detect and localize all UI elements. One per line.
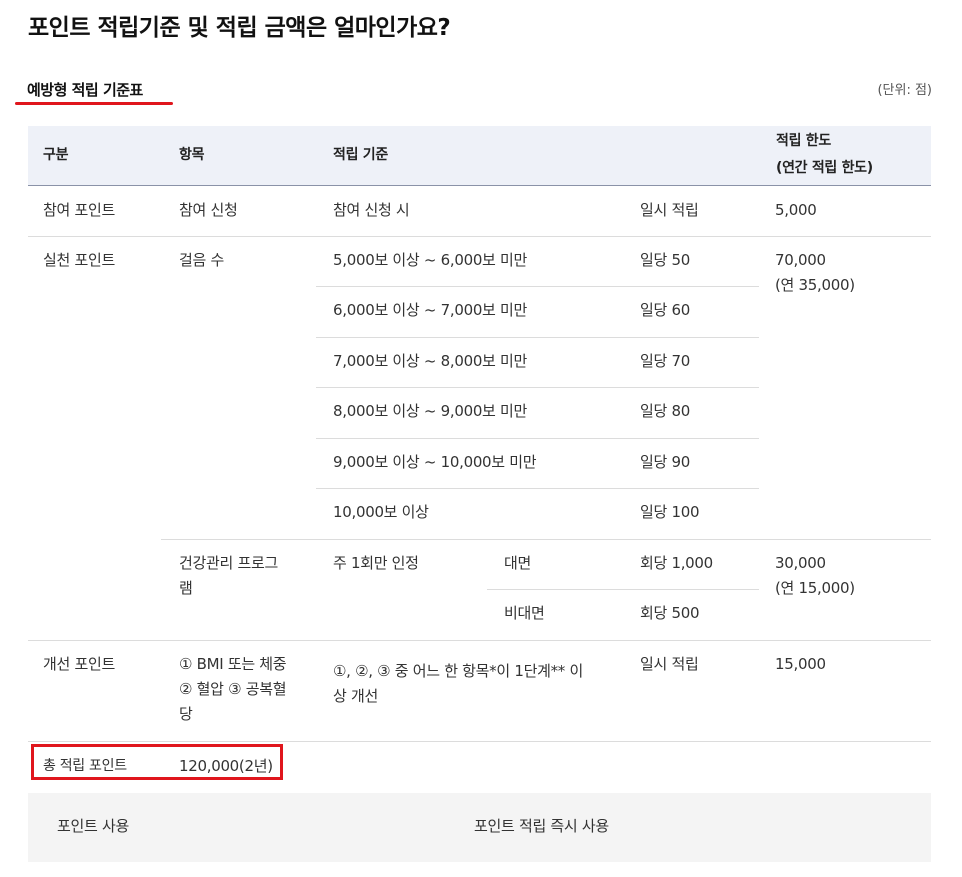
improvement-amount: 일시 적립 — [640, 655, 699, 673]
program-amount: 회당 1,000 — [640, 554, 713, 572]
program-amount: 회당 500 — [640, 604, 700, 622]
header-criteria: 적립 기준 — [333, 147, 388, 163]
program-criteria: 주 1회만 인정 — [333, 554, 419, 572]
walking-amount: 일당 50 — [640, 251, 690, 269]
participation-item: 참여 신청 — [179, 201, 238, 219]
program-type: 비대면 — [504, 604, 545, 622]
improvement-criteria-cont: 상 개선 — [333, 687, 378, 705]
row-divider — [161, 539, 931, 540]
points-criteria-table: 구분 항목 적립 기준 적립 한도 (연간 적립 한도) 참여 포인트 참여 신… — [28, 126, 931, 862]
row-divider — [28, 741, 931, 742]
total-value: 120,000(2년) — [179, 757, 273, 775]
row-divider — [28, 236, 931, 237]
walking-amount: 일당 60 — [640, 301, 690, 319]
walking-item: 걸음 수 — [179, 251, 224, 269]
row-divider — [316, 488, 759, 489]
program-limit-annual: (연 15,000) — [775, 579, 855, 597]
program-type: 대면 — [504, 554, 532, 572]
program-item: 건강관리 프로그 — [179, 554, 278, 572]
walking-criteria: 9,000보 이상 ~ 10,000보 미만 — [333, 453, 537, 471]
row-divider — [316, 438, 759, 439]
participation-limit: 5,000 — [775, 201, 817, 219]
walking-limit: 70,000 — [775, 251, 826, 269]
walking-amount: 일당 80 — [640, 402, 690, 420]
walking-amount: 일당 70 — [640, 352, 690, 370]
walking-criteria: 5,000보 이상 ~ 6,000보 미만 — [333, 251, 528, 269]
header-limit-sub: (연간 적립 한도) — [776, 160, 873, 176]
improvement-category: 개선 포인트 — [43, 655, 115, 673]
row-divider — [316, 387, 759, 388]
improvement-limit: 15,000 — [775, 655, 826, 673]
usage-label: 포인트 사용 — [57, 817, 129, 835]
program-item-cont: 램 — [179, 579, 193, 597]
walking-criteria: 10,000보 이상 — [333, 503, 429, 521]
walking-criteria: 6,000보 이상 ~ 7,000보 미만 — [333, 301, 528, 319]
row-divider — [316, 337, 759, 338]
row-divider — [487, 589, 759, 590]
practice-category: 실천 포인트 — [43, 251, 115, 269]
walking-criteria: 7,000보 이상 ~ 8,000보 미만 — [333, 352, 528, 370]
usage-value: 포인트 적립 즉시 사용 — [474, 817, 609, 835]
participation-category: 참여 포인트 — [43, 201, 115, 219]
walking-amount: 일당 100 — [640, 503, 700, 521]
participation-amount: 일시 적립 — [640, 201, 699, 219]
unit-note: (단위: 점) — [877, 83, 932, 98]
section-title-underline — [15, 102, 173, 105]
header-category: 구분 — [43, 147, 69, 163]
header-item: 항목 — [179, 147, 205, 163]
program-limit: 30,000 — [775, 554, 826, 572]
improvement-item-cont: ② 혈압 ③ 공복혈 — [179, 680, 287, 698]
improvement-item: ① BMI 또는 체중 — [179, 655, 287, 673]
header-limit: 적립 한도 — [776, 133, 831, 149]
section-title: 예방형 적립 기준표 — [27, 81, 143, 99]
page-title: 포인트 적립기준 및 적립 금액은 얼마인가요? — [28, 15, 451, 41]
row-divider — [28, 640, 931, 641]
participation-criteria: 참여 신청 시 — [333, 201, 410, 219]
walking-limit-annual: (연 35,000) — [775, 276, 855, 294]
walking-amount: 일당 90 — [640, 453, 690, 471]
row-divider — [316, 286, 759, 287]
total-label: 총 적립 포인트 — [43, 758, 127, 774]
walking-criteria: 8,000보 이상 ~ 9,000보 미만 — [333, 402, 528, 420]
improvement-item-cont: 당 — [179, 705, 193, 723]
improvement-criteria: ①, ②, ③ 중 어느 한 항목*이 1단계** 이 — [333, 662, 583, 680]
